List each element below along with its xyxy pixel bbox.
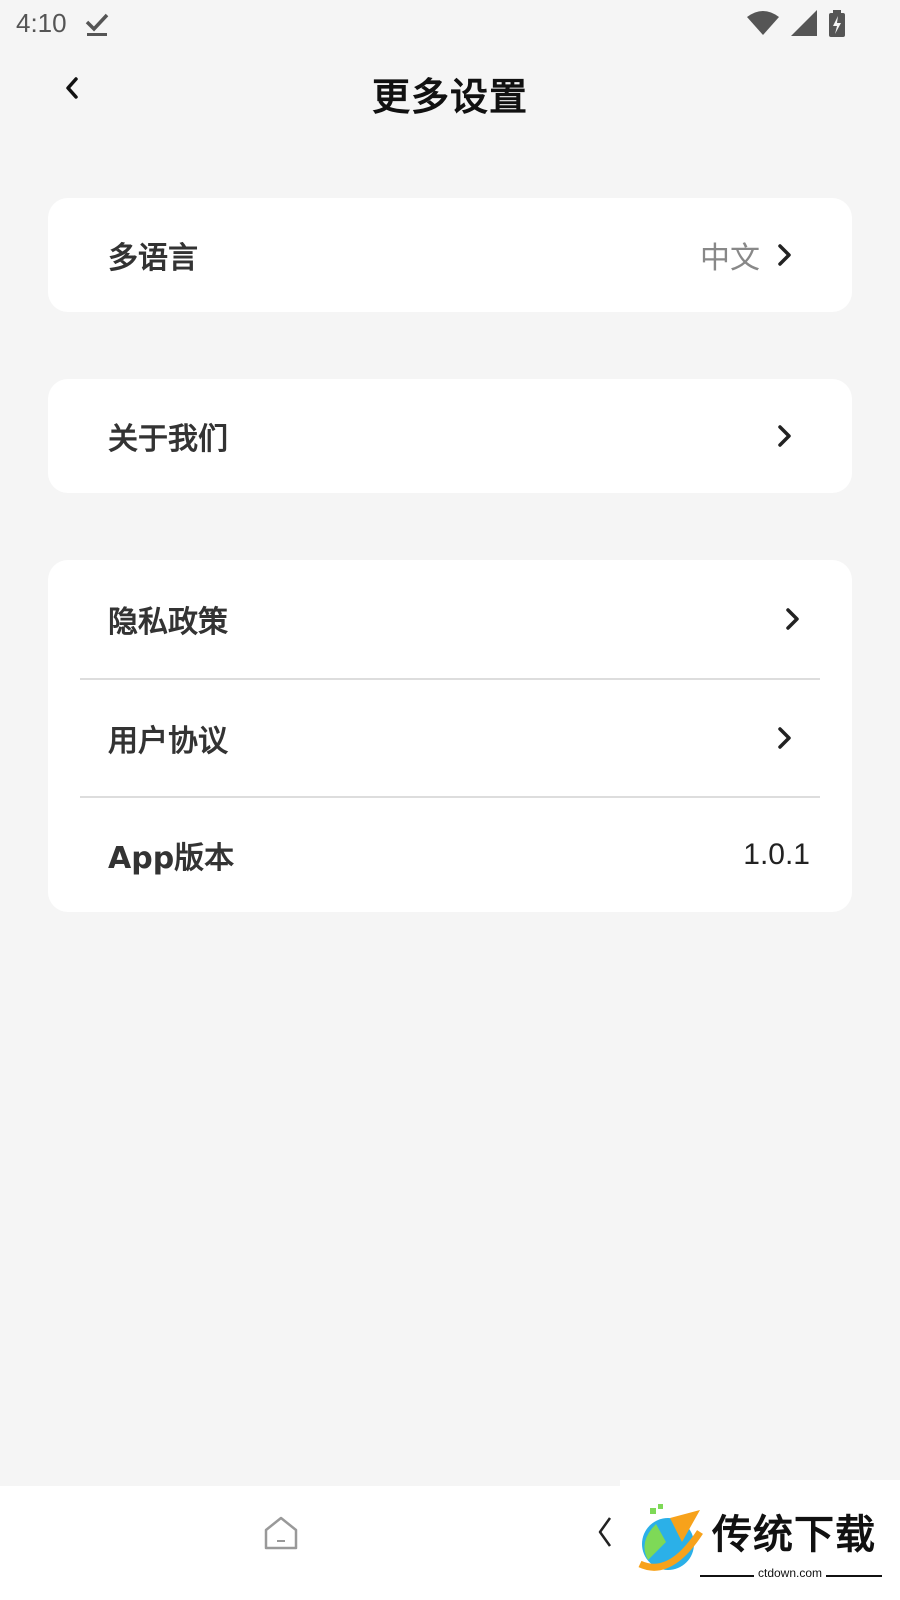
status-icons xyxy=(740,10,846,40)
chevron-right-icon xyxy=(786,608,799,630)
about-label: 关于我们 xyxy=(108,422,228,457)
watermark: 传统下载 ctdown.com xyxy=(620,1480,900,1600)
agreement-label: 用户协议 xyxy=(108,724,228,759)
wifi-icon xyxy=(746,11,779,35)
status-bar: 4:10 xyxy=(0,0,900,50)
signal-icon xyxy=(790,10,817,36)
watermark-name: 传统下载 xyxy=(712,1512,876,1558)
watermark-logo-icon xyxy=(638,1504,703,1571)
watermark-url: ctdown.com xyxy=(758,1566,823,1580)
legal-card: 隐私政策 用户协议 App版本 1.0.1 xyxy=(48,560,852,912)
more-settings-screen: 4:10 更多设置 多语言 中文 关于我们 隐私政策 用户协议 App版本 1.… xyxy=(0,0,900,1600)
header: 更多设置 xyxy=(0,50,900,140)
language-value: 中文 xyxy=(700,241,760,276)
language-row[interactable]: 多语言 中文 xyxy=(48,198,852,312)
language-card: 多语言 中文 xyxy=(48,198,852,312)
version-row: App版本 1.0.1 xyxy=(48,798,852,912)
chevron-right-icon xyxy=(778,244,791,266)
watermark-line xyxy=(700,1575,754,1577)
page-title: 更多设置 xyxy=(371,75,528,119)
privacy-label: 隐私政策 xyxy=(108,605,228,640)
about-row[interactable]: 关于我们 xyxy=(48,379,852,493)
chevron-right-icon xyxy=(778,727,791,749)
status-time: 4:10 xyxy=(16,8,67,38)
version-value: 1.0.1 xyxy=(743,838,810,871)
home-icon[interactable] xyxy=(262,1514,300,1552)
version-label: App版本 xyxy=(108,841,235,876)
watermark-line xyxy=(826,1575,882,1577)
privacy-row[interactable]: 隐私政策 xyxy=(48,560,852,678)
chevron-right-icon xyxy=(778,425,791,447)
language-label: 多语言 xyxy=(108,241,198,276)
about-card: 关于我们 xyxy=(48,379,852,493)
download-done-icon xyxy=(85,13,109,36)
battery-charging-icon xyxy=(829,10,845,37)
back-icon[interactable] xyxy=(596,1514,622,1550)
agreement-row[interactable]: 用户协议 xyxy=(48,680,852,796)
